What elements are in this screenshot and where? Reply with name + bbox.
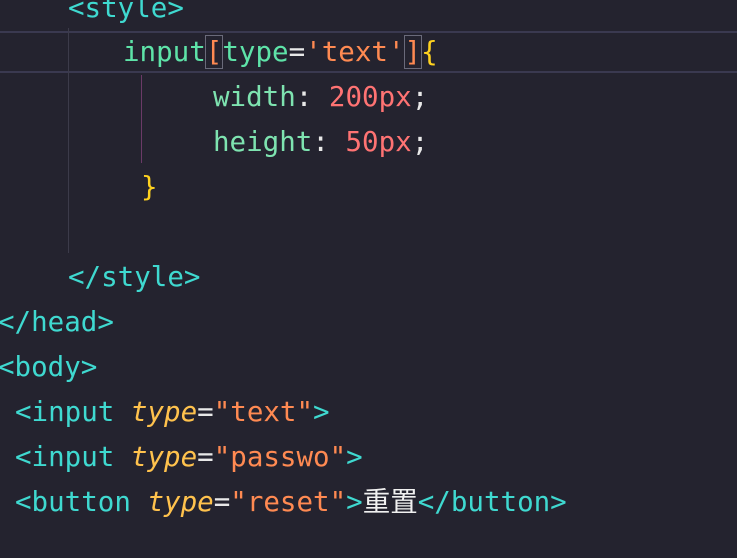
button-text: 重置 bbox=[362, 486, 418, 518]
tag-close-bracket: > bbox=[346, 441, 363, 473]
code-line-3[interactable]: width: 200px; bbox=[213, 75, 428, 120]
button-open-tag: <button bbox=[15, 486, 131, 518]
css-value-height: 50px bbox=[345, 126, 412, 158]
close-bracket: ] bbox=[403, 35, 423, 69]
attr-selector-value: 'text' bbox=[305, 36, 405, 68]
attr-value-reset: "reset" bbox=[230, 486, 347, 518]
body-open-tag: <body> bbox=[0, 351, 98, 383]
button-close-tag: </button> bbox=[417, 486, 567, 518]
css-property-height: height bbox=[213, 126, 313, 158]
input-open-tag: <input bbox=[15, 441, 115, 473]
semicolon: ; bbox=[411, 126, 429, 158]
head-close-tag: </head> bbox=[0, 306, 114, 338]
attr-type: type bbox=[130, 396, 198, 428]
open-brace: { bbox=[421, 36, 438, 68]
style-close-tag: </style> bbox=[68, 261, 201, 293]
code-line-11[interactable]: <input type="passwo"> bbox=[15, 435, 363, 480]
close-brace: } bbox=[141, 171, 158, 203]
attr-equals: = bbox=[288, 36, 306, 68]
input-open-tag: <input bbox=[15, 396, 115, 428]
attr-equals: = bbox=[197, 441, 214, 473]
code-line-8[interactable]: </head> bbox=[0, 300, 114, 345]
code-line-5[interactable]: } bbox=[141, 165, 158, 210]
code-line-1[interactable]: <style> bbox=[68, 0, 184, 31]
css-value-width: 200px bbox=[328, 81, 412, 113]
code-editor[interactable]: <style> input[type='text']{ width: 200px… bbox=[0, 0, 737, 558]
code-line-7[interactable]: </style> bbox=[68, 255, 200, 300]
css-property-width: width bbox=[213, 81, 296, 113]
attr-value-text: "text" bbox=[213, 396, 314, 428]
tag-close-bracket: > bbox=[313, 396, 330, 428]
tag-close-bracket: > bbox=[346, 486, 363, 518]
semicolon: ; bbox=[411, 81, 429, 113]
code-line-12[interactable]: <button type="reset">重置</button> bbox=[15, 480, 567, 525]
attr-equals: = bbox=[213, 486, 231, 518]
colon: : bbox=[312, 126, 346, 158]
attr-type: type bbox=[147, 486, 214, 518]
code-line-10[interactable]: <input type="text"> bbox=[15, 390, 330, 435]
attr-equals: = bbox=[197, 396, 214, 428]
attr-type: type bbox=[130, 441, 198, 473]
attr-selector-name: type bbox=[222, 36, 289, 68]
code-line-4[interactable]: height: 50px; bbox=[213, 120, 428, 165]
open-bracket: [ bbox=[204, 35, 224, 69]
css-selector: input bbox=[123, 36, 206, 68]
colon: : bbox=[295, 81, 329, 113]
attr-value-password: "passwo" bbox=[213, 441, 347, 473]
style-open-tag: <style> bbox=[68, 0, 184, 24]
code-line-2[interactable]: input[type='text']{ bbox=[123, 30, 438, 75]
indent-guide-active bbox=[141, 75, 142, 163]
code-line-9[interactable]: <body> bbox=[0, 345, 97, 390]
indent-guide bbox=[68, 28, 69, 253]
